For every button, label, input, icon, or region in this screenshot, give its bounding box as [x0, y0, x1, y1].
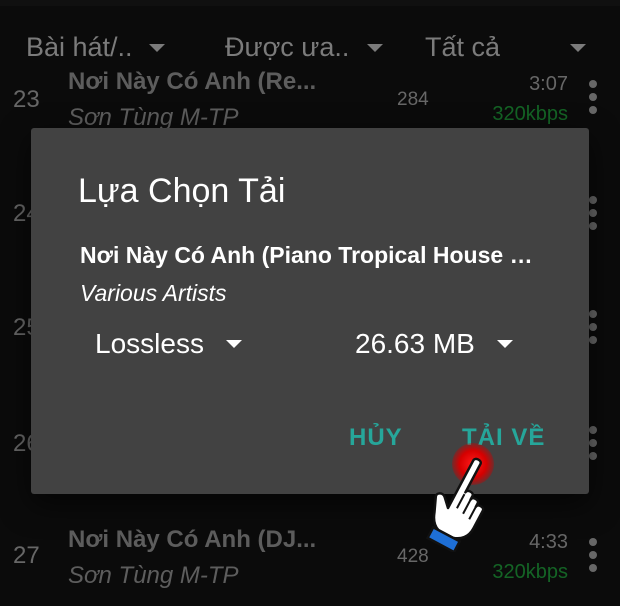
dialog-song-artist: Various Artists: [80, 280, 227, 306]
download-options-dialog: Lựa Chọn Tải Nơi Này Có Anh (Piano Tropi…: [31, 128, 589, 494]
cancel-button[interactable]: HỦY: [349, 424, 403, 452]
caret-down-icon: [496, 340, 513, 348]
size-select-value: 26.63 MB: [355, 328, 475, 359]
size-select[interactable]: 26.63 MB: [355, 328, 513, 360]
dialog-title: Lựa Chọn Tải: [78, 172, 286, 210]
pointing-hand-icon: [425, 457, 485, 552]
quality-select-value: Lossless: [95, 328, 204, 359]
quality-select[interactable]: Lossless: [95, 328, 242, 360]
caret-down-icon: [225, 340, 242, 348]
dialog-song-title: Nơi Này Có Anh (Piano Tropical House Ver…: [80, 242, 540, 268]
